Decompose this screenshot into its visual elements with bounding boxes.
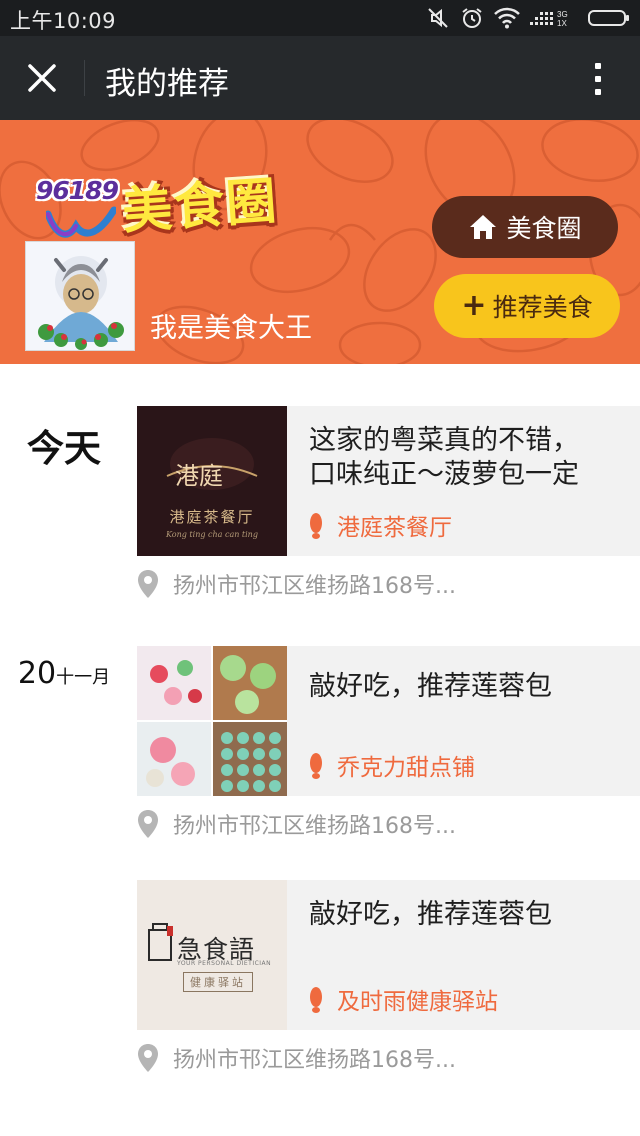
- date-month-suffix: 十一月: [56, 667, 111, 688]
- thumbnail-subtitle-text: YOUR PERSONAL DIETICIAN: [177, 960, 272, 967]
- shop-name: 港庭茶餐厅: [337, 515, 452, 541]
- dessert-thumbnail: [137, 646, 287, 796]
- recommend-food-button-label: 推荐美食: [492, 293, 593, 322]
- signal-icon: 3G 1X: [530, 10, 568, 28]
- svg-text:3G: 3G: [557, 10, 568, 19]
- shop-name: 乔克力甜点铺: [337, 755, 475, 781]
- restaurant-thumbnail: 急食語 YOUR PERSONAL DIETICIAN 健康驿站: [137, 880, 287, 1030]
- avatar-illustration: [26, 242, 134, 350]
- wifi-icon: [494, 7, 520, 29]
- date-label-month: 20十一月: [0, 656, 128, 691]
- status-icons: 3G 1X: [426, 5, 630, 31]
- date-day: 20: [17, 656, 57, 691]
- post-text: 敲好吃，推荐莲蓉包: [309, 671, 552, 702]
- location-pin-icon: [138, 570, 158, 598]
- recommendation-card[interactable]: 港庭 港庭茶餐厅 Kong ting cha can ting 这家的粤菜真的不…: [137, 406, 640, 556]
- battery-icon: [588, 10, 629, 26]
- brand-logo-swoosh: [46, 206, 116, 238]
- recommend-food-button[interactable]: + 推荐美食: [434, 274, 620, 338]
- brand-logo-title: 美食圈: [120, 171, 281, 241]
- close-button[interactable]: [14, 50, 70, 106]
- food-circle-button-label: 美食圈: [506, 214, 582, 243]
- mute-icon: [428, 8, 448, 28]
- location-pin-icon: [138, 1044, 158, 1072]
- location-pin-icon: [138, 810, 158, 838]
- recommendation-card[interactable]: 敲好吃，推荐莲蓉包 乔克力甜点铺: [137, 646, 640, 796]
- shop-link[interactable]: 及时雨健康驿站: [307, 982, 498, 1016]
- macaron-collage: [137, 646, 287, 796]
- profile-banner: 96189 美食圈 我是美食大王 美食圈 + 推荐美食: [0, 120, 640, 364]
- address-row: 扬州市邗江区维扬路168号...: [137, 1042, 456, 1074]
- title-divider: [84, 60, 85, 96]
- status-time: 上午10:09: [10, 9, 117, 33]
- footprint-icon: [310, 513, 322, 539]
- post-text: 这家的粤菜真的不错， 口味纯正～菠萝包一定: [309, 425, 579, 490]
- svg-text:1X: 1X: [557, 19, 567, 28]
- thumbnail-tag-text: 健康驿站: [183, 972, 253, 992]
- title-bar: 我的推荐: [0, 36, 640, 120]
- restaurant-thumbnail: 港庭 港庭茶餐厅 Kong ting cha can ting: [137, 406, 287, 556]
- address-text: 扬州市邗江区维扬路168号...: [173, 814, 456, 839]
- address-row: 扬州市邗江区维扬路168号...: [137, 808, 456, 840]
- status-bar: 上午10:09 3G 1X: [0, 0, 640, 36]
- footprint-icon: [310, 987, 322, 1013]
- user-name: 我是美食大王: [150, 313, 312, 344]
- thumbnail-logo-text: 港庭: [175, 462, 223, 490]
- post-text: 敲好吃，推荐莲蓉包: [309, 899, 552, 930]
- thumbnail-name-text: 港庭茶餐厅: [169, 508, 255, 526]
- home-icon: [470, 215, 497, 239]
- address-text: 扬州市邗江区维扬路168号...: [173, 574, 456, 599]
- more-vertical-icon-dot: [595, 76, 601, 82]
- food-circle-button[interactable]: 美食圈: [432, 196, 618, 258]
- brand-logo-number: 96189: [36, 176, 119, 205]
- close-icon: [28, 64, 56, 92]
- shop-name: 及时雨健康驿站: [337, 989, 498, 1015]
- address-text: 扬州市邗江区维扬路168号...: [173, 1048, 456, 1073]
- shop-link[interactable]: 乔克力甜点铺: [307, 748, 475, 782]
- more-options-button[interactable]: [578, 54, 618, 104]
- footprint-icon: [310, 753, 322, 779]
- recommendation-card[interactable]: 急食語 YOUR PERSONAL DIETICIAN 健康驿站 敲好吃，推荐莲…: [137, 880, 640, 1030]
- date-label-today: 今天: [27, 427, 101, 470]
- thumbnail-subtitle-text: Kong ting cha can ting: [166, 530, 258, 539]
- avatar[interactable]: [25, 241, 135, 351]
- more-vertical-icon: [595, 63, 601, 69]
- shop-link[interactable]: 港庭茶餐厅: [307, 508, 452, 542]
- page-title: 我的推荐: [105, 66, 229, 102]
- plus-icon: +: [461, 288, 487, 323]
- address-row: 扬州市邗江区维扬路168号...: [137, 568, 456, 600]
- alarm-icon: [462, 8, 482, 28]
- more-vertical-icon-dot: [595, 89, 601, 95]
